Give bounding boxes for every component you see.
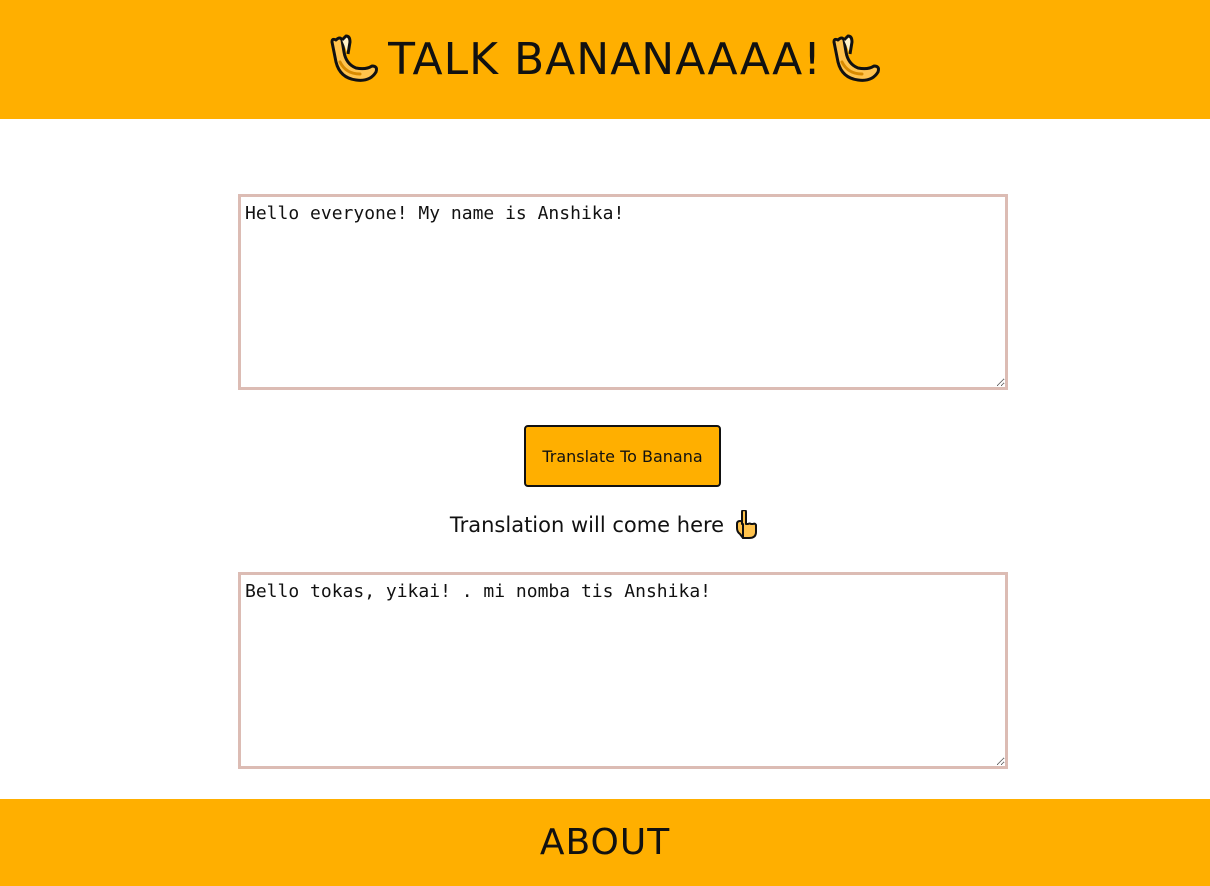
translation-hint-text: Translation will come here: [449, 513, 725, 537]
about-link[interactable]: ABOUT: [540, 822, 670, 863]
page-title-text: TALK BANANAAAA!: [388, 34, 822, 85]
page-header: TALK BANANAAAA!: [0, 0, 1210, 119]
page-title: TALK BANANAAAA!: [326, 32, 884, 88]
banana-icon: [330, 34, 379, 82]
pointing-down-icon: [736, 510, 758, 539]
output-textarea[interactable]: [238, 572, 1008, 769]
input-textarea[interactable]: [238, 194, 1008, 390]
banana-icon: [832, 34, 880, 82]
translate-button[interactable]: Translate To Banana: [524, 425, 721, 487]
translation-hint: Translation will come here: [0, 510, 1210, 540]
page-footer: ABOUT: [0, 799, 1210, 886]
